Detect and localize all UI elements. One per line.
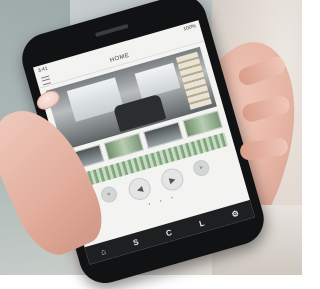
- video-window-right: [134, 62, 181, 99]
- dot: •: [147, 201, 152, 208]
- dot: •: [170, 195, 174, 202]
- tab-l[interactable]: L: [198, 218, 205, 228]
- video-shelf: [175, 51, 212, 110]
- tab-settings-icon[interactable]: ⚙: [230, 208, 239, 219]
- tab-home-icon[interactable]: ⌂: [100, 246, 107, 256]
- play-icon[interactable]: ▶: [158, 165, 186, 194]
- play-back-icon[interactable]: ◀: [126, 175, 154, 203]
- menu-icon[interactable]: [41, 75, 52, 86]
- screen-title: HOME: [109, 52, 131, 64]
- earpiece: [94, 23, 129, 37]
- tab-s[interactable]: S: [132, 237, 140, 247]
- rewind-icon[interactable]: «: [99, 184, 119, 205]
- tab-c[interactable]: C: [165, 227, 173, 237]
- fast-forward-icon[interactable]: »: [191, 158, 212, 178]
- dot: •: [159, 198, 163, 205]
